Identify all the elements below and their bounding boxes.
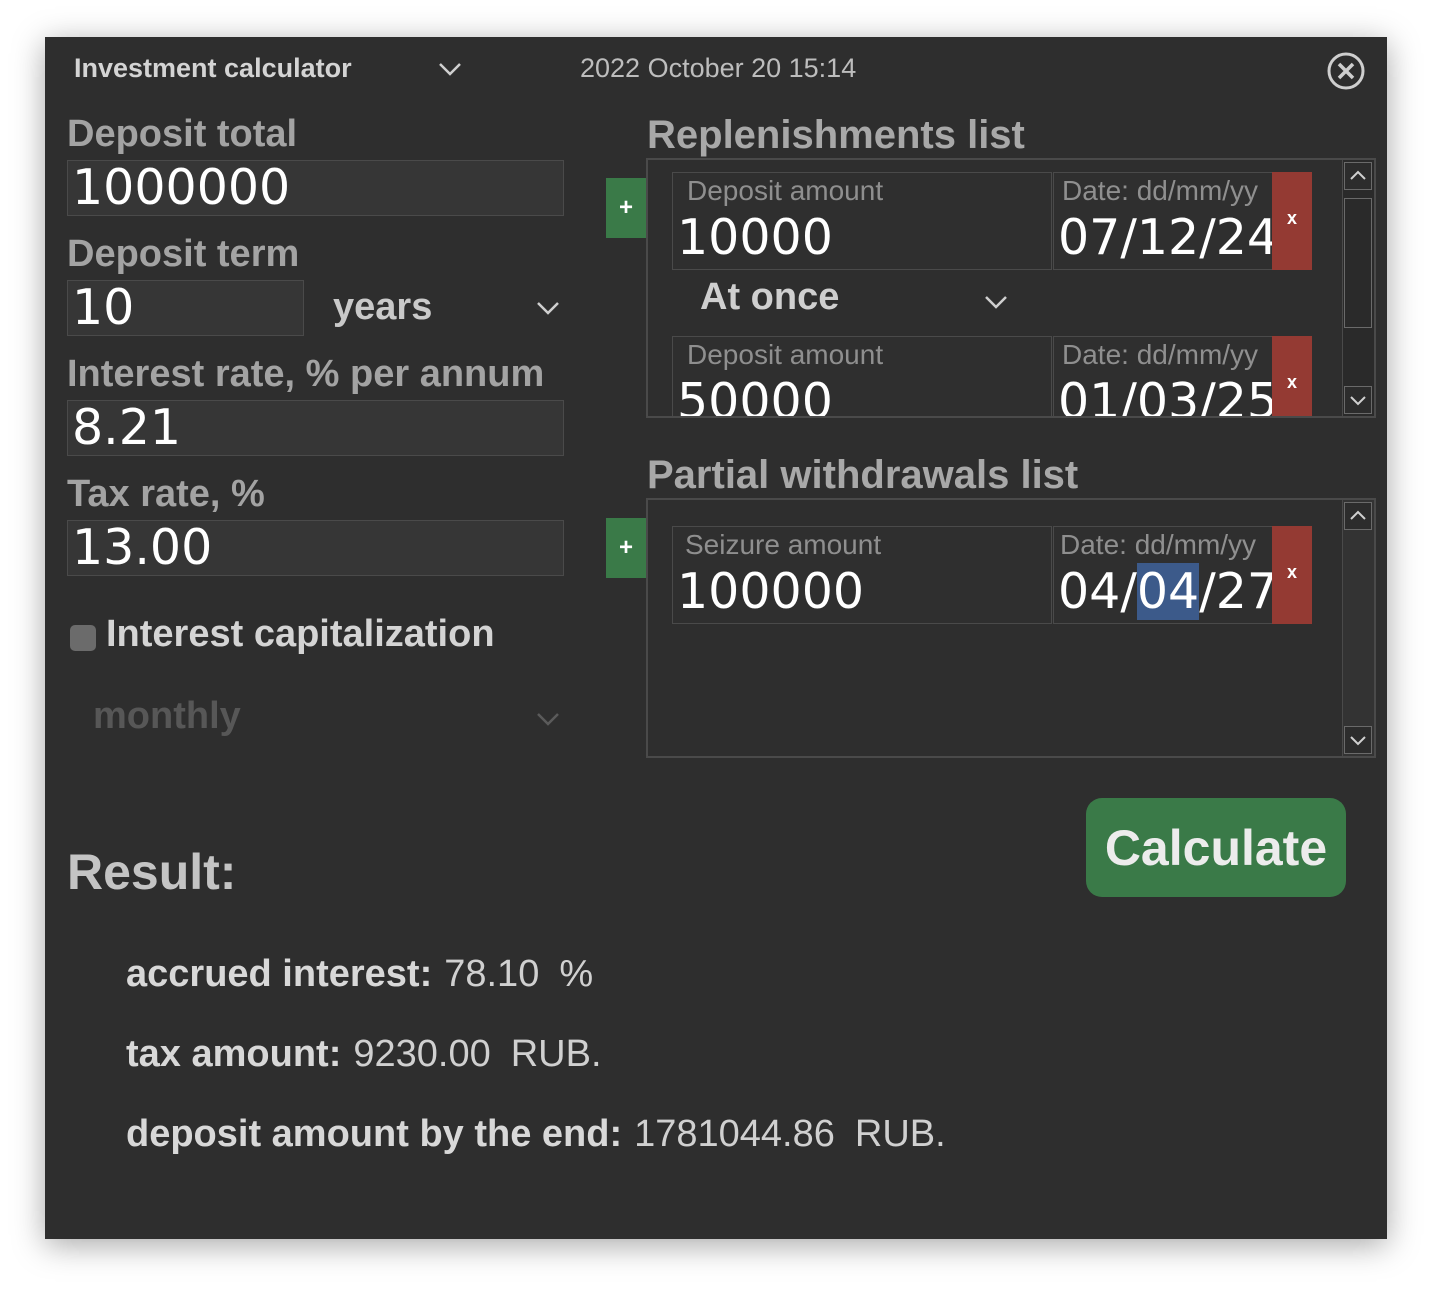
deposit-date-value: 07/12/24: [1058, 209, 1279, 266]
deposit-amount-placeholder: Deposit amount: [687, 175, 884, 206]
chevron-down-icon: [1350, 396, 1366, 406]
scroll-thumb[interactable]: [1344, 198, 1372, 328]
withdrawal-date-value: 04/04/27: [1058, 563, 1278, 620]
capitalization-label[interactable]: Interest capitalization: [106, 613, 495, 656]
delete-withdrawal-button[interactable]: x: [1272, 526, 1312, 624]
deposit-end-label: deposit amount by the end:: [126, 1113, 623, 1155]
app-title[interactable]: Investment calculator: [74, 53, 352, 84]
deposit-term-input[interactable]: 10: [67, 280, 304, 336]
interest-rate-label: Interest rate, % per annum: [67, 353, 545, 395]
frequency-select[interactable]: At once: [700, 276, 839, 319]
seizure-amount-placeholder: Seizure amount: [685, 529, 882, 560]
withdrawals-title: Partial withdrawals list: [647, 453, 1079, 497]
accrued-interest-line: accrued interest: 78.10%: [126, 953, 593, 996]
tax-amount-line: tax amount: 9230.00 RUB.: [126, 1033, 602, 1076]
chevron-down-icon[interactable]: [536, 711, 560, 727]
datetime-label: 2022 October 20 15:14: [580, 53, 857, 83]
deposit-amount-field[interactable]: Deposit amount 10000: [672, 172, 1052, 270]
delete-replenishment-button[interactable]: x: [1272, 336, 1312, 416]
deposit-total-label: Deposit total: [67, 113, 298, 155]
calculate-button[interactable]: Calculate: [1086, 798, 1346, 897]
tax-rate-label: Tax rate, %: [67, 473, 265, 515]
date-year: /27: [1199, 563, 1279, 620]
chevron-down-icon: [1350, 736, 1366, 746]
withdrawal-date-placeholder: Date: dd/mm/yy: [1060, 529, 1257, 560]
chevron-up-icon: [1350, 170, 1366, 180]
date-month-selected: 04: [1136, 563, 1200, 620]
delete-replenishment-button[interactable]: x: [1272, 172, 1312, 270]
capitalization-period-select[interactable]: monthly: [93, 695, 241, 738]
replenishments-list: Deposit amount 10000 Date: dd/mm/yy 07/1…: [646, 158, 1376, 418]
replenishments-scrollbar[interactable]: [1342, 160, 1374, 416]
withdrawal-date-field[interactable]: Date: dd/mm/yy 04/04/27: [1053, 526, 1278, 624]
withdrawals-list: Seizure amount 100000 Date: dd/mm/yy 04/…: [646, 498, 1376, 758]
chevron-down-icon[interactable]: [438, 61, 462, 77]
add-replenishment-button[interactable]: +: [606, 178, 646, 238]
tax-amount-label: tax amount:: [126, 1033, 342, 1075]
deposit-date-field[interactable]: Date: dd/mm/yy 01/03/25: [1053, 336, 1278, 416]
term-unit-select[interactable]: years: [333, 286, 432, 329]
tax-amount-unit: RUB.: [510, 1033, 602, 1075]
scroll-down-button[interactable]: [1344, 386, 1372, 414]
deposit-end-line: deposit amount by the end: 1781044.86 RUB.: [126, 1113, 946, 1156]
deposit-end-unit: RUB.: [854, 1113, 946, 1155]
deposit-date-placeholder: Date: dd/mm/yy: [1062, 339, 1259, 370]
deposit-amount-placeholder: Deposit amount: [687, 339, 884, 370]
deposit-amount-value: 50000: [677, 373, 833, 418]
calculator-window: Investment calculator 2022 October 20 15…: [45, 37, 1387, 1239]
accrued-interest-label: accrued interest:: [126, 953, 433, 995]
date-day: 04/: [1058, 563, 1137, 620]
close-icon[interactable]: [1326, 51, 1366, 91]
add-withdrawal-button[interactable]: +: [606, 518, 646, 578]
deposit-date-value: 01/03/25: [1058, 373, 1279, 418]
scroll-up-button[interactable]: [1344, 502, 1372, 530]
interest-rate-input[interactable]: 8.21: [67, 400, 564, 456]
accrued-interest-value: 78.10: [444, 953, 540, 995]
chevron-down-icon[interactable]: [536, 300, 560, 316]
deposit-total-input[interactable]: 1000000: [67, 160, 564, 216]
deposit-end-value: 1781044.86: [634, 1113, 835, 1155]
chevron-down-icon[interactable]: [984, 294, 1008, 310]
chevron-up-icon: [1350, 510, 1366, 520]
seizure-amount-value: 100000: [677, 563, 865, 620]
replenishments-title: Replenishments list: [647, 113, 1025, 157]
withdrawals-scrollbar[interactable]: [1342, 500, 1374, 756]
deposit-term-label: Deposit term: [67, 233, 300, 275]
seizure-amount-field[interactable]: Seizure amount 100000: [672, 526, 1052, 624]
deposit-amount-value: 10000: [677, 209, 833, 266]
accrued-interest-unit: %: [559, 953, 594, 995]
scroll-up-button[interactable]: [1344, 162, 1372, 190]
tax-rate-input[interactable]: 13.00: [67, 520, 564, 576]
tax-amount-value: 9230.00: [353, 1033, 491, 1075]
result-title: Result:: [67, 844, 237, 900]
deposit-amount-field[interactable]: Deposit amount 50000: [672, 336, 1052, 418]
deposit-date-field[interactable]: Date: dd/mm/yy 07/12/24: [1053, 172, 1278, 270]
scroll-down-button[interactable]: [1344, 726, 1372, 754]
deposit-date-placeholder: Date: dd/mm/yy: [1062, 175, 1259, 206]
capitalization-checkbox[interactable]: [70, 625, 96, 651]
